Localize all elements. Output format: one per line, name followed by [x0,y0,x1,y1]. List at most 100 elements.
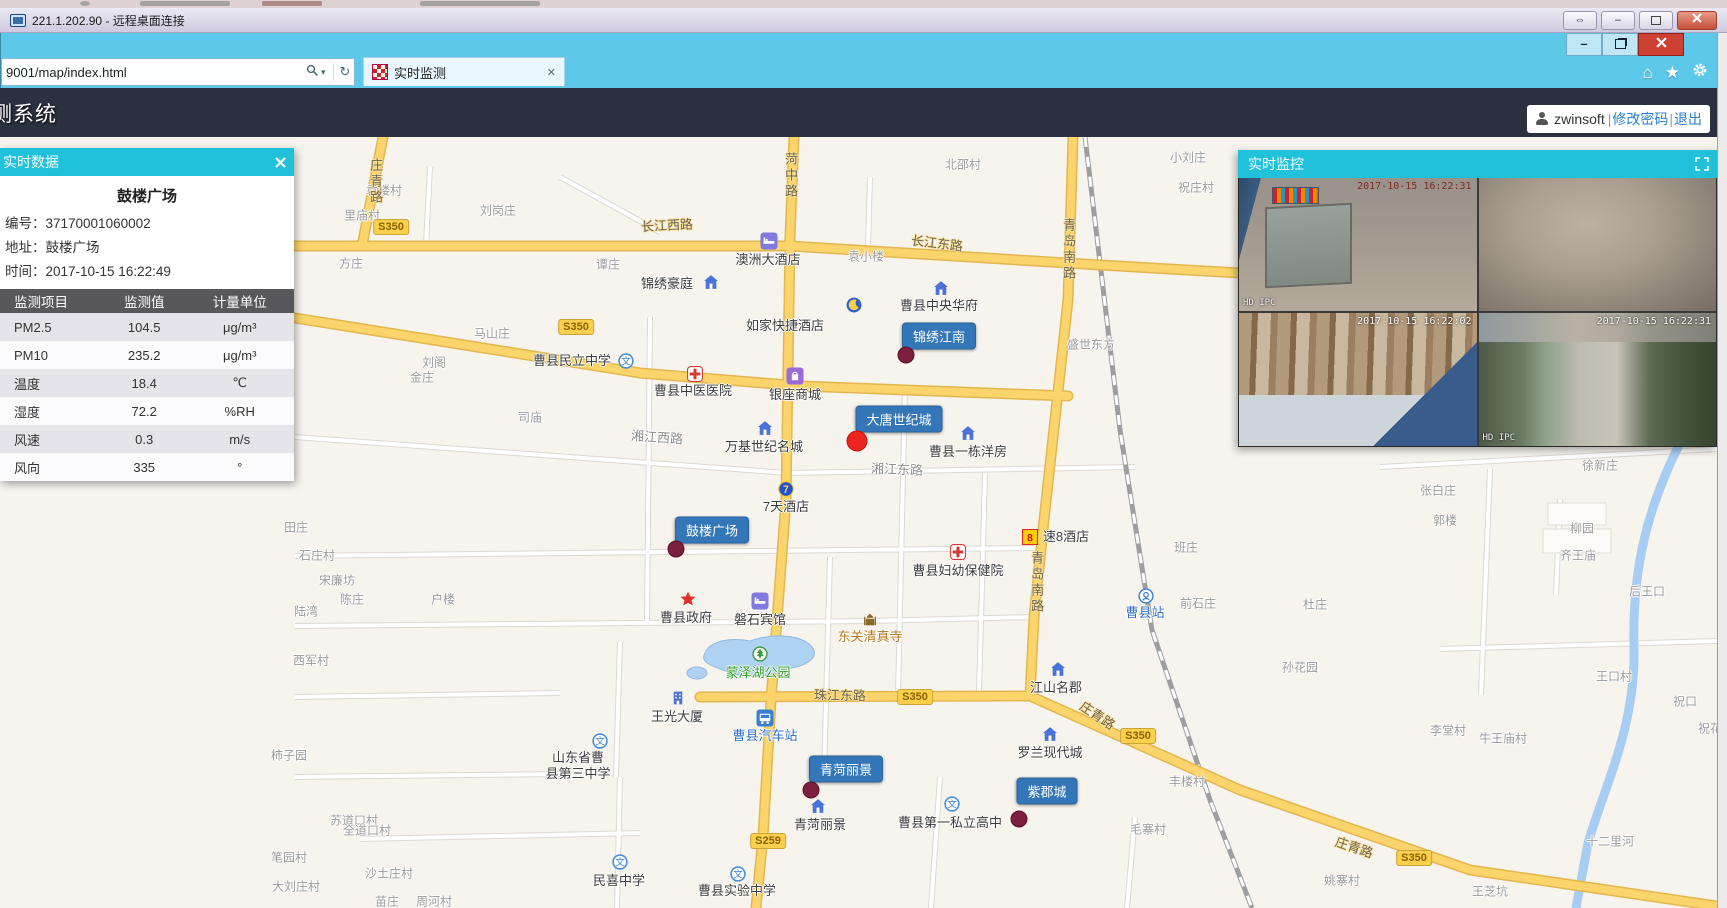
favorites-star-icon[interactable]: ★ [1665,63,1680,83]
table-cell: 湿度 [0,397,103,425]
poi-label: 澳洲大酒店 [735,252,800,268]
station-badge[interactable]: 青菏丽景 [809,756,883,783]
poi-label: 磐石宾馆 [734,612,786,628]
poi-label: 曹县妇幼保健院 [912,563,1003,579]
route-badge: S350 [558,319,594,335]
train-icon [1138,588,1155,605]
window-minimize-button[interactable]: – [1566,33,1602,56]
poi-label: 如家快捷酒店 [746,318,824,334]
camera-timestamp: 2017-10-15 16:22:31 [1357,181,1471,192]
station-marker-dot[interactable] [803,782,820,799]
dropdown-caret-icon[interactable]: ▾ [321,67,331,78]
home-icon [960,425,977,442]
poi-label: 曹县实验中学 [698,883,776,899]
table-cell: PM2.5 [0,313,103,341]
road-label: 菏中路 [782,152,798,200]
table-header-cell: 监测值 [103,289,185,313]
station-marker-dot[interactable] [668,541,685,558]
village-label: 石庄村 [299,549,335,564]
expand-icon[interactable] [1695,157,1709,171]
station-field: 编号：37170001060002 [0,212,294,236]
browser-tab[interactable]: 实时监测 ✕ [363,57,565,86]
table-cell: 0.3 [103,425,185,453]
village-label: 前石庄 [1180,597,1216,612]
road-label: 庄青路 [1076,698,1117,733]
logout-link[interactable]: 退出 [1674,109,1702,129]
route-badge: S350 [373,219,409,235]
road-label: 青岛南路 [1028,551,1044,615]
settings-gear-icon[interactable] [1692,62,1708,83]
rdp-title-bar[interactable]: 221.1.202.90 - 远程桌面连接 ⇔ – [0,8,1727,33]
poi-label: 锦绣豪庭 [641,276,693,292]
village-label: 姚寨村 [1324,874,1360,889]
tab-close-icon[interactable]: ✕ [547,66,564,79]
table-header-row: 监测项目监测值计量单位 [0,289,294,313]
table-cell: %RH [185,397,294,425]
village-label: 祝口 [1673,695,1697,710]
table-cell: m/s [185,425,294,453]
table-row: 温度18.4℃ [0,369,294,397]
close-icon[interactable] [275,157,286,168]
poi-label: 曹县中央华府 [900,298,978,314]
address-input[interactable]: 9001/map/index.html [2,65,303,80]
poi-label: 江山名郡 [1030,680,1082,696]
station-marker-dot[interactable] [898,347,915,364]
station-marker-dot[interactable] [847,431,868,452]
road-label: 湘江西路 [630,428,683,448]
home-icon[interactable]: ⌂ [1642,63,1652,83]
table-cell: 18.4 [103,369,185,397]
rdp-pin-icon[interactable]: ⇔ [1563,11,1597,30]
camera-timestamp: 2017-10-15 16:22:02 [1357,316,1471,327]
browser-window-controls: – [1566,33,1684,56]
camera-feed-3[interactable]: 2017-10-15 16:22:02 [1239,313,1477,446]
svg-text:7: 7 [783,484,789,496]
rdp-close-button[interactable] [1677,11,1717,30]
poi-label: 7天酒店 [763,499,809,515]
village-label: 田庄 [284,521,308,536]
home-icon [933,280,950,297]
shop-icon [787,368,804,385]
poi-label: 蒙泽湖公园 [725,665,790,681]
route-badge: S259 [750,833,786,849]
window-close-button[interactable] [1638,33,1684,56]
village-label: 柳园 [1570,522,1594,537]
table-cell: 风速 [0,425,103,453]
home-icon [1050,661,1067,678]
star-icon [680,591,697,608]
rdp-maximize-button[interactable] [1639,11,1673,30]
table-row: 风速0.3m/s [0,425,294,453]
rdp-minimize-button[interactable]: – [1601,11,1635,30]
station-badge[interactable]: 紫郡城 [1016,778,1077,805]
camera-feed-2[interactable] [1479,178,1717,311]
camera-feed-4[interactable]: 2017-10-15 16:22:31HD IPC [1479,313,1717,446]
rdp-window-controls: ⇔ – [1563,11,1717,30]
background-window-strip [0,0,1727,8]
village-label: 李堂村 [1430,724,1466,739]
table-cell: PM10 [0,341,103,369]
browser-toolbar: ⌂ ★ [1642,62,1708,83]
road-label: 湘江东路 [871,461,924,479]
station-marker-dot[interactable] [1011,811,1028,828]
refresh-icon[interactable]: ↻ [336,64,354,80]
village-label: 袁小楼 [848,250,884,265]
bed-icon [761,233,778,250]
camera-feed-1[interactable]: 2017-10-15 16:22:31HD IPC [1239,178,1477,311]
station-badge[interactable]: 鼓楼广场 [675,517,749,544]
station-badge[interactable]: 锦绣江南 [902,323,976,350]
table-cell: ° [185,453,294,481]
svg-text:文: 文 [621,356,631,368]
search-icon[interactable] [303,64,321,80]
background-window-fragment [262,1,322,6]
station-badge[interactable]: 大唐世纪城 [855,406,942,433]
poi-label: 山东省曹 县第三中学 [545,750,610,783]
school-icon: 文 [592,733,609,750]
address-bar[interactable]: 9001/map/index.html ▾ ↻ [1,58,355,86]
village-label: 金庄 [410,371,434,386]
table-row: PM2.5104.5μg/m³ [0,313,294,341]
change-password-link[interactable]: 修改密码 [1612,109,1668,129]
tab-title: 实时监测 [394,63,547,82]
mosque-icon [862,612,879,629]
window-restore-button[interactable] [1602,33,1638,56]
bus-icon [757,710,774,727]
village-label: 刘阁 [422,356,446,371]
